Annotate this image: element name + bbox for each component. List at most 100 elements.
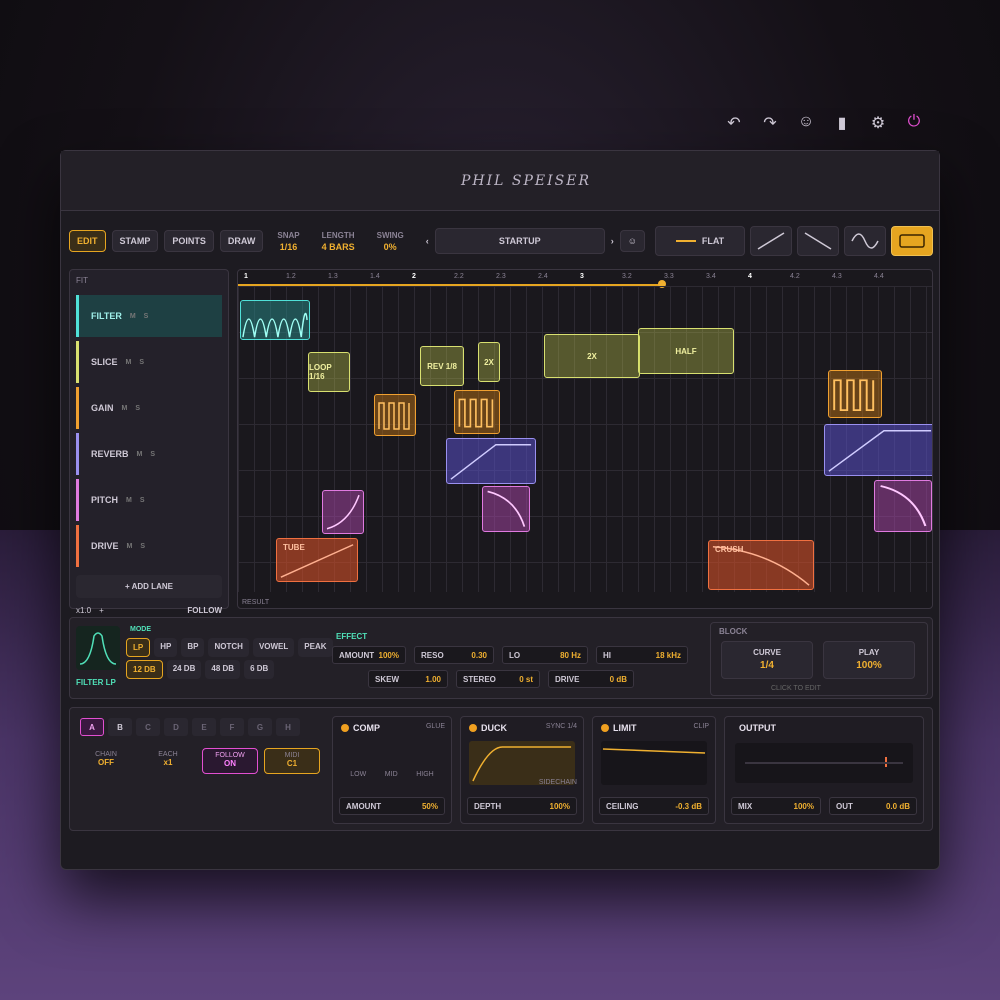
ramp-up-icon[interactable] xyxy=(750,226,792,256)
draw-button[interactable]: DRAW xyxy=(219,230,264,252)
slot-d[interactable]: D xyxy=(164,718,188,736)
slot-c[interactable]: C xyxy=(136,718,160,736)
undo-icon[interactable]: ↶ xyxy=(723,113,745,133)
square-shape-icon[interactable] xyxy=(891,226,933,256)
gain-block-1[interactable] xyxy=(374,394,416,436)
low-band[interactable]: LOW xyxy=(350,771,366,778)
shape-flat-button[interactable]: FLAT xyxy=(655,226,745,256)
robot-icon[interactable]: ☺ xyxy=(795,113,817,133)
mode-vowel[interactable]: VOWEL xyxy=(252,638,295,657)
lane-filter[interactable]: FILTER M S xyxy=(76,295,222,337)
pitch-block-3[interactable] xyxy=(874,480,932,532)
ceiling-param[interactable]: CEILING -0.3 dB xyxy=(599,797,709,815)
add-lane-button[interactable]: + ADD LANE xyxy=(76,575,222,598)
gain-block-3[interactable] xyxy=(828,370,882,418)
slot-b[interactable]: B xyxy=(108,718,132,736)
zoom-plus-button[interactable]: + xyxy=(99,606,104,615)
mix-param[interactable]: MIX 100% xyxy=(731,797,821,815)
mode-notch[interactable]: NOTCH xyxy=(208,638,249,657)
duck-enable-icon[interactable] xyxy=(469,724,477,732)
lane-slice[interactable]: SLICE M S xyxy=(76,341,222,383)
slope-6db[interactable]: 6 DB xyxy=(244,660,275,679)
slice-block-2x[interactable]: 2X xyxy=(544,334,640,378)
solo-button[interactable]: S xyxy=(140,543,145,550)
reverb-block-2[interactable] xyxy=(824,424,932,476)
sine-icon[interactable] xyxy=(844,226,886,256)
lo-param[interactable]: LO 80 Hz xyxy=(502,646,588,664)
stamp-button[interactable]: STAMP xyxy=(111,230,159,252)
midi-control[interactable]: MIDI C1 xyxy=(264,748,320,774)
pattern-grid[interactable]: 1 1.2 1.3 1.4 2 2.2 2.3 2.4 3 3.2 3.3 3.4 4 4.2 4.3 4.4… xyxy=(237,269,933,609)
drive-block-tube[interactable]: TUBE xyxy=(276,538,358,582)
snap-control[interactable]: SNAP 1/16 xyxy=(269,231,307,252)
mute-button[interactable]: M xyxy=(127,543,133,550)
slope-48db[interactable]: 48 DB xyxy=(205,660,241,679)
slot-e[interactable]: E xyxy=(192,718,216,736)
slot-g[interactable]: G xyxy=(248,718,272,736)
out-param[interactable]: OUT 0.0 dB xyxy=(829,797,917,815)
solo-button[interactable]: S xyxy=(139,359,144,366)
follow-toggle[interactable]: FOLLOW ON xyxy=(202,748,258,774)
play-button[interactable]: PLAY 100% xyxy=(823,641,915,679)
each-control[interactable]: EACH x1 xyxy=(140,748,196,774)
limit-enable-icon[interactable] xyxy=(601,724,609,732)
mode-peak[interactable]: PEAK xyxy=(298,638,333,657)
slot-a[interactable]: A xyxy=(80,718,104,736)
duck-title[interactable]: DUCK xyxy=(469,723,507,733)
pitch-block-2[interactable] xyxy=(482,486,530,532)
swing-control[interactable]: SWING 0% xyxy=(369,231,412,252)
filter-block[interactable] xyxy=(240,300,310,340)
preset-name[interactable]: STARTUP xyxy=(434,228,605,254)
fit-toggle[interactable]: FIT xyxy=(70,270,228,291)
drive-param[interactable]: DRIVE 0 dB xyxy=(548,670,634,688)
slice-block-rev[interactable]: REV 1/8 xyxy=(420,346,464,386)
hi-param[interactable]: HI 18 kHz xyxy=(596,646,688,664)
comp-title[interactable]: COMP xyxy=(341,723,380,733)
gear-icon[interactable]: ⚙ xyxy=(867,113,889,133)
lane-reverb[interactable]: REVERB M S xyxy=(76,433,222,475)
mute-button[interactable]: M xyxy=(130,313,136,320)
solo-button[interactable]: S xyxy=(140,497,145,504)
slope-12db[interactable]: 12 DB xyxy=(126,660,163,679)
chain-control[interactable]: CHAIN OFF xyxy=(78,748,134,774)
high-band[interactable]: HIGH xyxy=(416,771,434,778)
robot-icon[interactable]: ☺ xyxy=(619,230,645,252)
mode-hp[interactable]: HP xyxy=(154,638,178,657)
mute-button[interactable]: M xyxy=(126,497,132,504)
slot-f[interactable]: F xyxy=(220,718,244,736)
follow-button[interactable]: FOLLOW xyxy=(187,606,222,615)
points-button[interactable]: POINTS xyxy=(164,230,214,252)
reso-param[interactable]: RESO 0.30 xyxy=(414,646,494,664)
drive-block-crush[interactable]: CRUSH xyxy=(708,540,814,590)
slice-block-half[interactable]: HALF xyxy=(638,328,734,374)
amount-param[interactable]: AMOUNT 100% xyxy=(332,646,406,664)
comp-enable-icon[interactable] xyxy=(341,724,349,732)
library-icon[interactable]: ▮ xyxy=(831,113,853,133)
gain-block-2[interactable] xyxy=(454,390,500,434)
chevron-right-icon[interactable]: › xyxy=(611,236,614,246)
solo-button[interactable]: S xyxy=(144,313,149,320)
lane-pitch[interactable]: PITCH M S xyxy=(76,479,222,521)
reverb-block-1[interactable] xyxy=(446,438,536,484)
pitch-block-1[interactable] xyxy=(322,490,364,534)
limit-title[interactable]: LIMIT xyxy=(601,723,637,733)
redo-icon[interactable]: ↷ xyxy=(759,113,781,133)
slope-24db[interactable]: 24 DB xyxy=(166,660,202,679)
solo-button[interactable]: S xyxy=(135,405,140,412)
slot-h[interactable]: H xyxy=(276,718,300,736)
curve-button[interactable]: CURVE 1/4 xyxy=(721,641,813,679)
chevron-left-icon[interactable]: ‹ xyxy=(426,236,429,246)
edit-button[interactable]: EDIT xyxy=(69,230,106,252)
slice-block-2x-small[interactable]: 2X xyxy=(478,342,500,382)
ramp-down-icon[interactable] xyxy=(797,226,839,256)
mute-button[interactable]: M xyxy=(126,359,132,366)
lane-gain[interactable]: GAIN M S xyxy=(76,387,222,429)
power-icon[interactable]: ⏻ xyxy=(903,113,925,133)
mid-band[interactable]: MID xyxy=(385,771,398,778)
zoom-value[interactable]: x1.0 xyxy=(76,606,91,615)
duck-depth-param[interactable]: DEPTH 100% xyxy=(467,797,577,815)
mute-button[interactable]: M xyxy=(122,405,128,412)
length-control[interactable]: LENGTH 4 BARS xyxy=(314,231,363,252)
mute-button[interactable]: M xyxy=(137,451,143,458)
skew-param[interactable]: SKEW 1.00 xyxy=(368,670,448,688)
